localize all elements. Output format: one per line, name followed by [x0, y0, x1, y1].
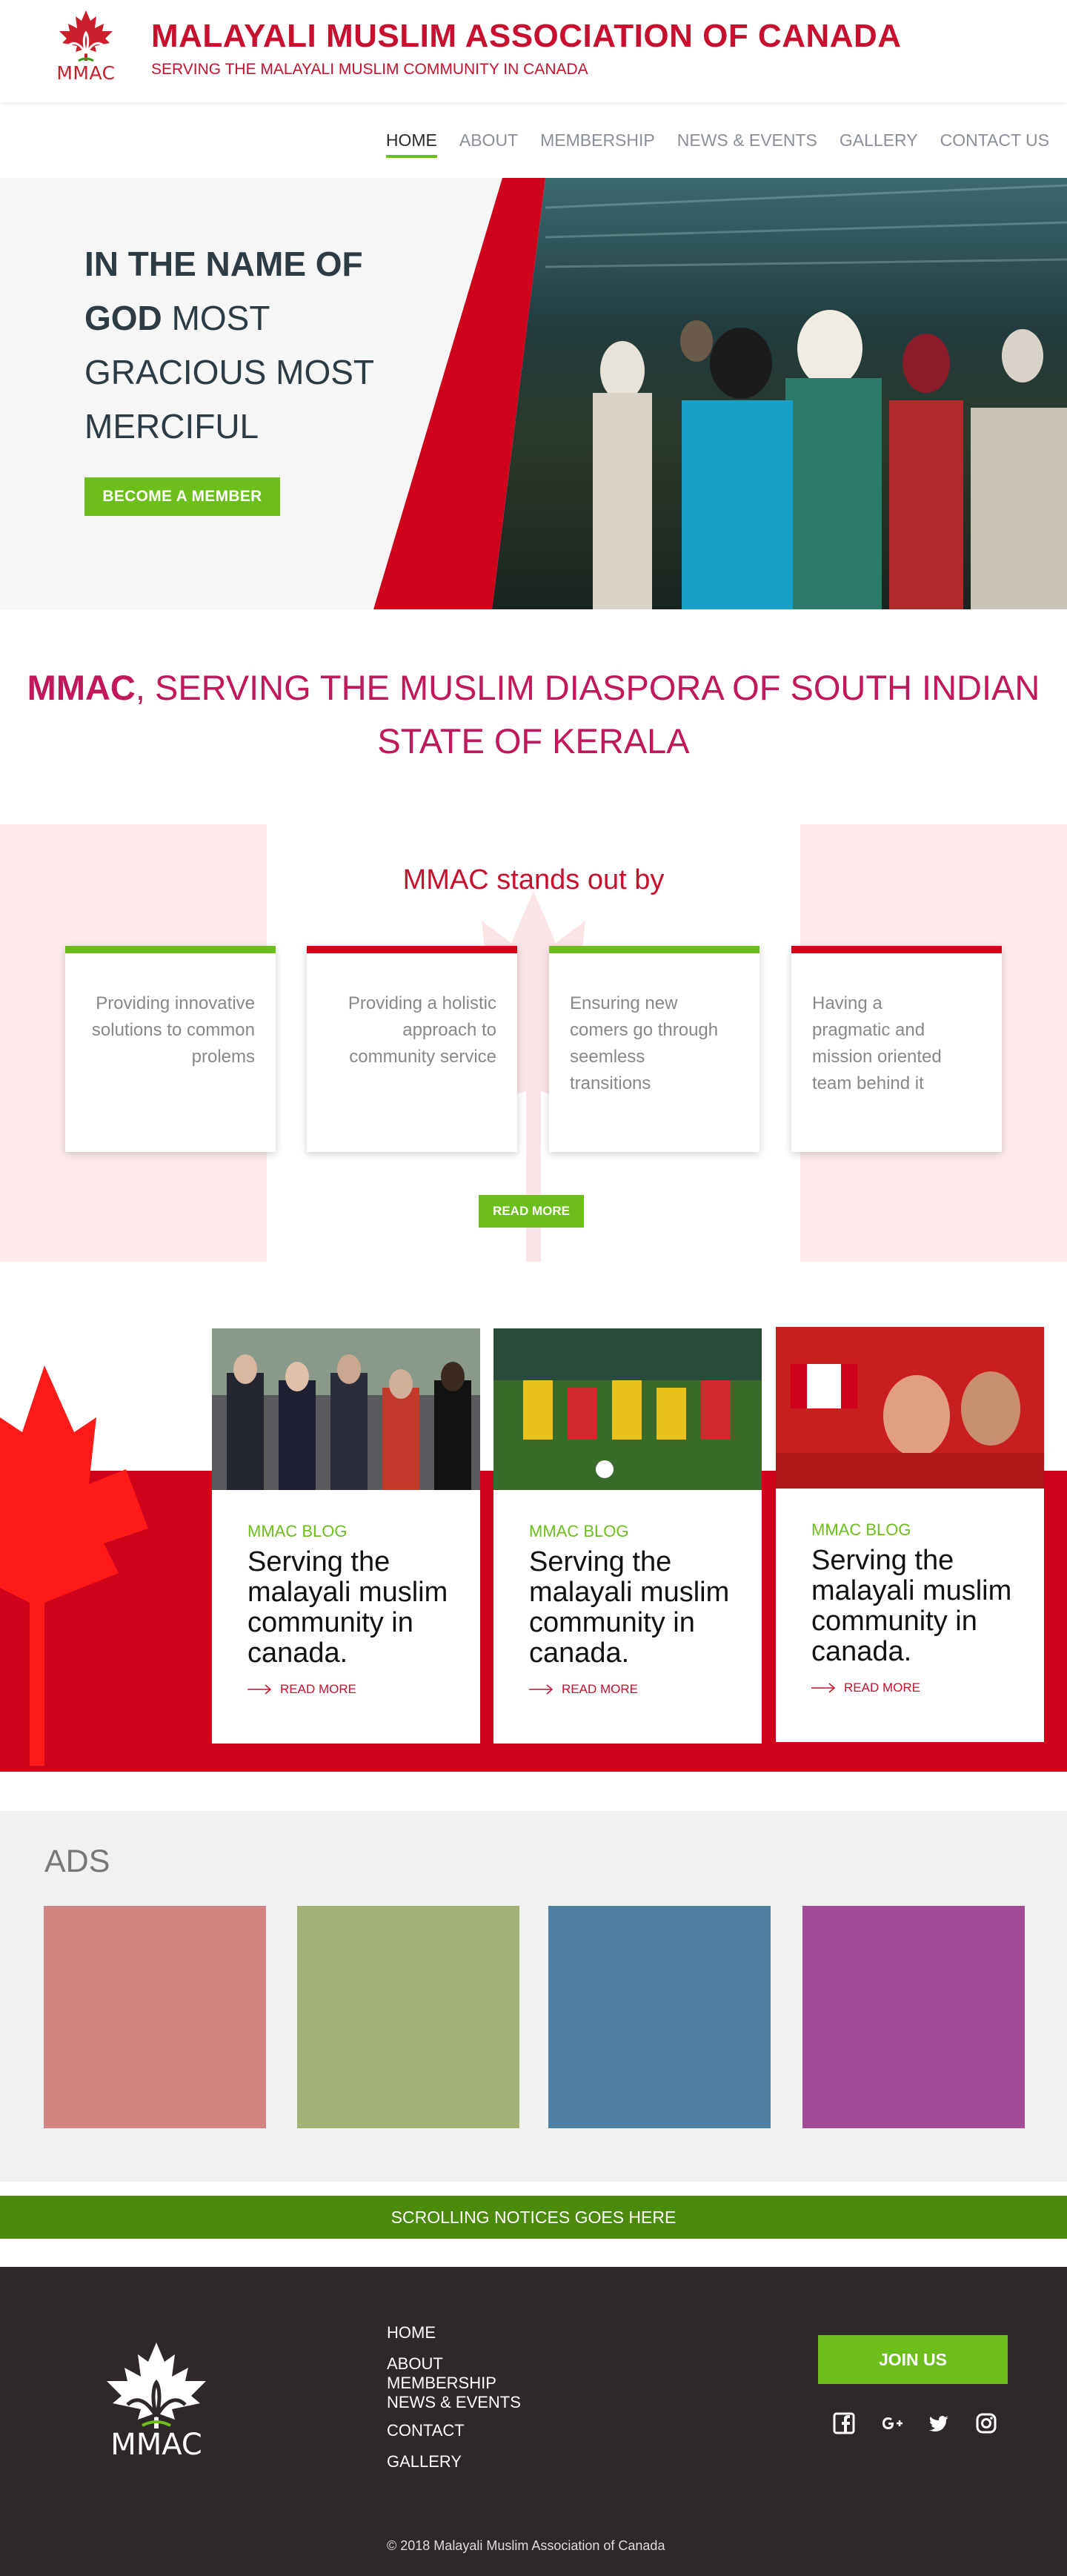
- hero-title: IN THE NAME OF GOD MOST GRACIOUS MOST ME…: [84, 237, 440, 454]
- mission-statement: MMAC, SERVING THE MUSLIM DIASPORA OF SOU…: [0, 661, 1067, 768]
- politicians-gathering-photo: [212, 1328, 480, 1490]
- post-read-more-link[interactable]: READ MORE: [529, 1682, 762, 1697]
- ads-title: ADS: [44, 1844, 110, 1879]
- maple-leaf-palm-icon: [59, 10, 113, 62]
- nav-item-gallery[interactable]: GALLERY: [840, 130, 918, 155]
- arrow-right-icon: [529, 1684, 554, 1695]
- footer-logo[interactable]: MMAC: [102, 2340, 210, 2462]
- facebook-icon[interactable]: [833, 2412, 855, 2434]
- footer-link-about[interactable]: ABOUT: [387, 2354, 521, 2374]
- instagram-icon[interactable]: [975, 2412, 997, 2434]
- nav-item-about[interactable]: ABOUT: [459, 130, 518, 155]
- post-title[interactable]: Serving the malayali muslim community in…: [247, 1547, 451, 1669]
- maple-leaf-palm-icon: [107, 2342, 206, 2428]
- post-read-more-link[interactable]: READ MORE: [247, 1682, 480, 1697]
- ad-slot[interactable]: [548, 1906, 771, 2128]
- post-title[interactable]: Serving the malayali muslim community in…: [811, 1546, 1014, 1667]
- post-category: MMAC BLOG: [811, 1520, 911, 1539]
- nav-item-news-events[interactable]: NEWS & EVENTS: [677, 130, 817, 155]
- nav-item-contact-us[interactable]: CONTACT US: [940, 130, 1049, 155]
- feature-card: Having a pragmatic and mission oriented …: [791, 946, 1002, 1152]
- ad-slot[interactable]: [297, 1906, 519, 2128]
- nav-item-home[interactable]: HOME: [385, 130, 437, 158]
- card-accent-bar: [791, 946, 1002, 953]
- card-accent-bar: [307, 946, 517, 953]
- read-more-label: READ MORE: [280, 1682, 356, 1696]
- stands-out-section: MMAC stands out by Providing innovative …: [0, 824, 1067, 1262]
- mission-text: , SERVING THE MUSLIM DIASPORA OF SOUTH I…: [135, 668, 1040, 761]
- footer-logo-text: MMAC: [110, 2428, 202, 2462]
- feature-card: Ensuring new comers go through seemless …: [549, 946, 759, 1152]
- become-member-button[interactable]: BECOME A MEMBER: [84, 477, 280, 516]
- main-nav: HOME ABOUT MEMBERSHIP NEWS & EVENTS GALL…: [385, 128, 1049, 158]
- footer-link-membership[interactable]: MEMBERSHIP: [387, 2374, 521, 2393]
- arrow-right-icon: [247, 1684, 272, 1695]
- hero-section: IN THE NAME OF GOD MOST GRACIOUS MOST ME…: [0, 178, 1067, 609]
- post-category: MMAC BLOG: [529, 1522, 629, 1540]
- scrolling-notice-bar: SCROLLING NOTICES GOES HERE: [0, 2196, 1067, 2239]
- feature-card-text: Providing innovative solutions to common…: [91, 993, 255, 1067]
- card-accent-bar: [549, 946, 759, 953]
- girls-with-canada-flags-photo: [776, 1327, 1044, 1489]
- ads-section: ADS: [0, 1811, 1067, 2182]
- social-links: [833, 2412, 997, 2434]
- organization-tagline: SERVING THE MALAYALI MUSLIM COMMUNITY IN…: [151, 61, 588, 78]
- feature-card: Providing innovative solutions to common…: [65, 946, 276, 1152]
- ad-slot[interactable]: [44, 1906, 266, 2128]
- blog-post-card[interactable]: MMAC BLOG Serving the malayali muslim co…: [776, 1327, 1044, 1742]
- twitter-icon[interactable]: [928, 2412, 950, 2434]
- feature-card-text: Having a pragmatic and mission oriented …: [812, 993, 942, 1093]
- google-plus-icon[interactable]: [880, 2412, 903, 2434]
- site-logo[interactable]: MMAC: [52, 9, 120, 92]
- feature-card-text: Providing a holistic approach to communi…: [348, 993, 496, 1067]
- site-footer: MMAC HOME ABOUT MEMBERSHIP NEWS & EVENTS…: [0, 2267, 1067, 2576]
- post-title[interactable]: Serving the malayali muslim community in…: [529, 1547, 732, 1669]
- post-read-more-link[interactable]: READ MORE: [811, 1681, 1044, 1695]
- footer-link-gallery[interactable]: GALLERY: [387, 2452, 521, 2471]
- card-accent-bar: [65, 946, 276, 953]
- logo-text: MMAC: [56, 62, 116, 84]
- copyright-text: © 2018 Malayali Muslim Association of Ca…: [387, 2538, 665, 2553]
- arrow-right-icon: [811, 1683, 836, 1693]
- footer-link-contact[interactable]: CONTACT: [387, 2421, 521, 2440]
- footer-link-news-events[interactable]: NEWS & EVENTS: [387, 2393, 521, 2412]
- feature-card-text: Ensuring new comers go through seemless …: [570, 993, 719, 1093]
- kids-soccer-photo: [493, 1328, 762, 1490]
- blog-post-card[interactable]: MMAC BLOG Serving the malayali muslim co…: [212, 1328, 480, 1744]
- post-category: MMAC BLOG: [247, 1522, 348, 1540]
- read-more-label: READ MORE: [562, 1682, 638, 1696]
- site-header: MMAC MALAYALI MUSLIM ASSOCIATION OF CANA…: [0, 0, 1067, 102]
- feature-card: Providing a holistic approach to communi…: [307, 946, 517, 1152]
- footer-links: HOME ABOUT MEMBERSHIP NEWS & EVENTS CONT…: [387, 2323, 521, 2471]
- organization-name: MALAYALI MUSLIM ASSOCIATION OF CANADA: [151, 18, 902, 54]
- blog-section: MMAC BLOG Serving the malayali muslim co…: [0, 1306, 1067, 1772]
- stands-out-title: MMAC stands out by: [402, 864, 665, 895]
- footer-link-home[interactable]: HOME: [387, 2323, 521, 2342]
- blog-post-card[interactable]: MMAC BLOG Serving the malayali muslim co…: [493, 1328, 762, 1744]
- read-more-label: READ MORE: [844, 1681, 920, 1695]
- mission-brand: MMAC: [27, 668, 136, 707]
- ad-slot[interactable]: [802, 1906, 1025, 2128]
- nav-item-membership[interactable]: MEMBERSHIP: [540, 130, 655, 155]
- read-more-button[interactable]: READ MORE: [479, 1195, 584, 1228]
- join-us-button[interactable]: JOIN US: [818, 2335, 1008, 2384]
